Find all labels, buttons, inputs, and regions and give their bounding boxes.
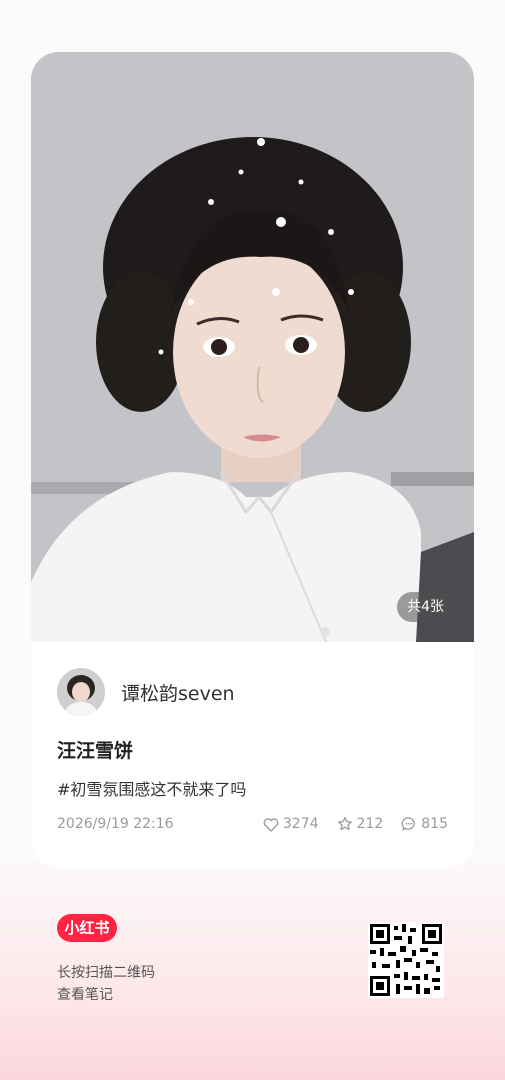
stats-bar: 3274 212 815 bbox=[245, 816, 448, 832]
avatar[interactable] bbox=[57, 668, 105, 716]
collect-count: 212 bbox=[356, 816, 384, 832]
post-date: 2026/9/19 22:16 bbox=[57, 816, 174, 832]
like-count: 3274 bbox=[282, 816, 319, 832]
scan-hint-line1: 长按扫描二维码 bbox=[57, 965, 155, 981]
scan-hint-line2: 查看笔记 bbox=[57, 987, 113, 1003]
note-title: 汪汪雪饼 bbox=[57, 740, 134, 762]
author-name[interactable]: 谭松韵seven bbox=[121, 679, 235, 706]
comment-count: 815 bbox=[421, 816, 448, 832]
note-card[interactable]: 共4张 谭松韵seven 汪汪雪饼 #初雪氛围感这不就来了吗 2026/9/19… bbox=[31, 52, 474, 868]
note-meta: 2026/9/19 22:16 3274 212 815 bbox=[57, 816, 448, 832]
author-row[interactable]: 谭松韵seven bbox=[57, 668, 235, 716]
photo-illustration bbox=[31, 52, 474, 642]
image-count-badge: 共4张 bbox=[397, 592, 454, 622]
qr-code-image bbox=[368, 922, 444, 998]
qr-code[interactable] bbox=[368, 922, 444, 998]
note-photo[interactable]: 共4张 bbox=[31, 52, 474, 642]
scan-hint: 长按扫描二维码 查看笔记 bbox=[57, 962, 155, 1006]
xiaohongshu-logo: 小红书 bbox=[57, 914, 117, 942]
comment-icon bbox=[401, 817, 416, 831]
heart-icon bbox=[263, 817, 279, 832]
note-tag[interactable]: #初雪氛围感这不就来了吗 bbox=[57, 776, 246, 800]
like-stat[interactable]: 3274 bbox=[263, 816, 319, 832]
collect-stat[interactable]: 212 bbox=[337, 816, 384, 832]
comment-stat[interactable]: 815 bbox=[401, 816, 448, 832]
star-icon bbox=[337, 816, 352, 831]
